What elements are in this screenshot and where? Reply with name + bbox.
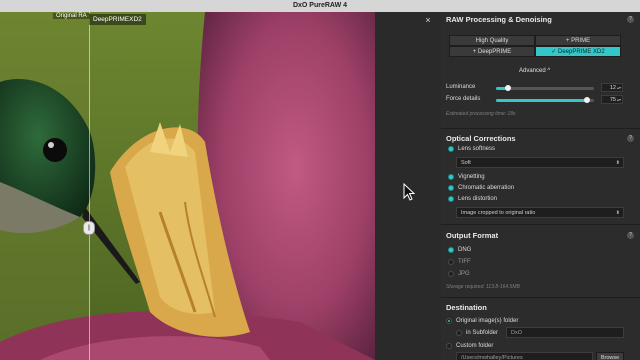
split-divider[interactable]	[89, 12, 90, 360]
luminance-label: Luminance	[446, 84, 476, 90]
distortion-select[interactable]: Image cropped to original ratio ⬍	[456, 207, 624, 218]
original-folder-radio[interactable]	[446, 318, 452, 324]
original-label: Original RA	[53, 13, 90, 19]
help-icon[interactable]: ?	[627, 232, 634, 239]
title-bar: DxO PureRAW 4	[0, 0, 640, 12]
luminance-knob[interactable]	[505, 85, 511, 91]
jpg-label: JPG	[458, 271, 470, 277]
raw-section-title: RAW Processing & Denoising	[446, 15, 552, 24]
chromatic-toggle[interactable]	[448, 185, 454, 191]
select-arrows-icon: ⬍	[615, 160, 620, 166]
subfolder-label: in Subfolder	[466, 330, 499, 336]
optical-section-title: Optical Corrections	[446, 134, 516, 143]
chromatic-label: Chromatic aberration	[458, 185, 515, 191]
method-prime[interactable]: + PRIME	[535, 35, 621, 46]
method-deepprime[interactable]: + DeepPRIME	[449, 46, 535, 57]
custom-path-field[interactable]: /Users/mwhalley/Pictures	[456, 352, 593, 360]
vignetting-toggle[interactable]	[448, 174, 454, 180]
luminance-value[interactable]: 12 ▴▾	[601, 83, 623, 92]
force-details-value[interactable]: 75 ▴▾	[601, 95, 623, 104]
subfolder-checkbox[interactable]	[456, 330, 462, 336]
select-arrows-icon: ⬍	[615, 210, 620, 216]
destination-section-title: Destination	[446, 303, 487, 312]
tiff-toggle[interactable]	[448, 259, 454, 265]
lens-softness-toggle[interactable]	[448, 146, 454, 152]
force-details-label: Force details	[446, 96, 481, 102]
method-deepprime-xd2[interactable]: ✓ DeepPRIME XD2	[535, 46, 621, 57]
output-section-title: Output Format	[446, 231, 499, 240]
force-details-knob[interactable]	[584, 97, 590, 103]
photo-canvas	[0, 12, 375, 360]
section-divider	[441, 297, 640, 298]
processing-time-note: Estimated processing time: 18s	[446, 111, 516, 117]
settings-panel: RAW Processing & Denoising ? High Qualit…	[441, 12, 640, 360]
help-icon[interactable]: ?	[627, 135, 634, 142]
softness-select[interactable]: Soft ⬍	[456, 157, 624, 168]
browse-button[interactable]: Browse	[596, 352, 624, 360]
section-divider	[441, 128, 640, 129]
window-title: DxO PureRAW 4	[292, 2, 348, 9]
force-details-fill	[496, 99, 587, 102]
distortion-label: Lens distortion	[458, 196, 498, 202]
jpg-toggle[interactable]	[448, 271, 454, 277]
distortion-toggle[interactable]	[448, 196, 454, 202]
processed-label: DeepPRIMEXD2	[89, 14, 146, 25]
help-icon[interactable]: ?	[627, 16, 634, 23]
original-folder-label: Original image(s) folder	[456, 318, 519, 324]
force-details-value-text: 75	[609, 97, 616, 103]
softness-select-value: Soft	[461, 160, 471, 166]
tiff-label: TIFF	[458, 259, 471, 265]
luminance-value-text: 12	[609, 85, 616, 91]
close-button[interactable]: ×	[422, 14, 434, 26]
advanced-toggle[interactable]: Advanced ^	[519, 68, 550, 74]
stepper-icon[interactable]: ▴▾	[617, 96, 621, 104]
subfolder-field[interactable]: DxO	[506, 327, 624, 338]
storage-note: Storage required: 113.8-164.5MB	[446, 284, 520, 290]
stepper-icon[interactable]: ▴▾	[617, 84, 621, 92]
dng-toggle[interactable]	[448, 247, 454, 253]
split-handle[interactable]: ||	[83, 221, 95, 235]
dng-label: DNG	[458, 247, 472, 253]
mouse-cursor-icon	[403, 183, 415, 201]
custom-folder-radio[interactable]	[446, 343, 452, 349]
method-high-quality[interactable]: High Quality	[449, 35, 535, 46]
vignetting-label: Vignetting	[458, 174, 485, 180]
image-viewer[interactable]: Original RA DeepPRIMEXD2 ||	[0, 12, 375, 360]
section-divider	[441, 224, 640, 225]
distortion-select-value: Image cropped to original ratio	[461, 210, 536, 216]
lens-softness-label: Lens softness	[458, 146, 496, 152]
custom-folder-label: Custom folder	[456, 343, 494, 349]
